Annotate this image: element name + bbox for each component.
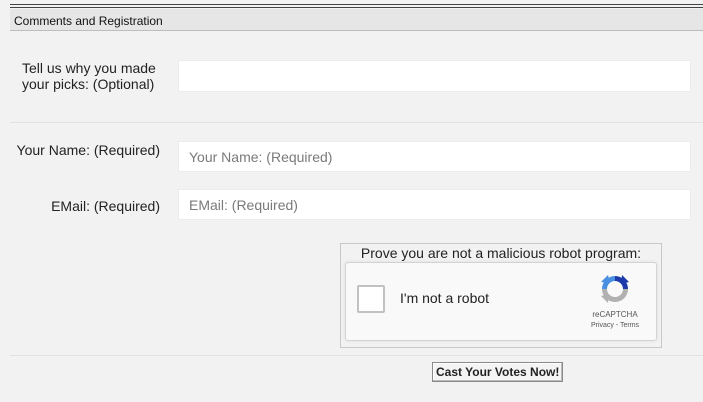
name-label: Your Name: (Required) xyxy=(16,142,160,158)
recaptcha-brand: reCAPTCHA xyxy=(592,310,638,319)
submit-row: Cast Your Votes Now! xyxy=(10,355,703,402)
email-label: EMail: (Required) xyxy=(51,198,160,214)
recaptcha-widget: I'm not a robot reCAPTCHA Privacy - Term… xyxy=(345,262,657,341)
section-header: Comments and Registration xyxy=(10,9,703,31)
captcha-fieldset: Prove you are not a malicious robot prog… xyxy=(340,243,662,348)
recaptcha-privacy-terms[interactable]: Privacy - Terms xyxy=(574,322,656,329)
name-input[interactable] xyxy=(178,141,691,172)
comments-input[interactable] xyxy=(178,60,691,92)
cast-votes-button[interactable]: Cast Your Votes Now! xyxy=(432,362,564,382)
section-title: Comments and Registration xyxy=(14,14,163,28)
comments-registration-panel: Comments and Registration Tell us why yo… xyxy=(0,0,703,402)
registration-row: Your Name: (Required) EMail: (Required) … xyxy=(10,122,703,354)
robot-checkbox-label: I'm not a robot xyxy=(400,290,490,306)
top-rule-second xyxy=(10,7,703,8)
captcha-legend: Prove you are not a malicious robot prog… xyxy=(360,245,642,261)
comments-row: Tell us why you made your picks: (Option… xyxy=(10,42,703,120)
email-input[interactable] xyxy=(178,189,691,220)
top-rule xyxy=(10,4,703,5)
recaptcha-logo-icon xyxy=(601,275,629,303)
comments-label: Tell us why you made your picks: (Option… xyxy=(22,60,156,92)
robot-checkbox[interactable] xyxy=(357,285,385,313)
